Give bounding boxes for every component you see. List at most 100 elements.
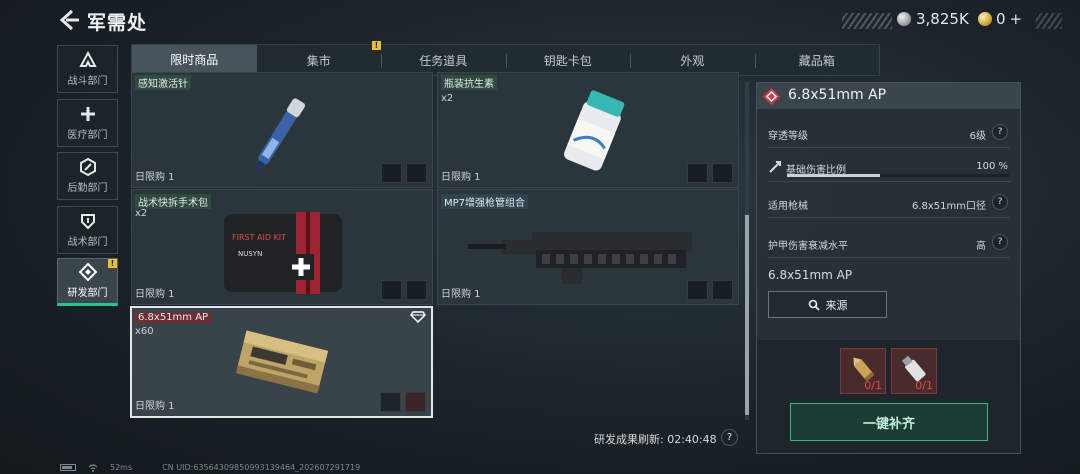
item-card[interactable]: MP7增强枪管组合 日限购 1	[437, 189, 739, 305]
stat-key: 适用枪械	[768, 201, 808, 212]
tab-collection-box[interactable]: 藏品箱	[754, 45, 880, 75]
cost-item-slot	[712, 163, 733, 183]
damage-ratio-fill	[787, 174, 881, 177]
cost-item-slot	[381, 280, 402, 300]
cost-item-slot	[687, 163, 708, 183]
research-icon	[78, 263, 97, 281]
cost-item-slot	[712, 280, 733, 300]
stat-row-penetration: 穿透等级 6级 ?	[768, 118, 1010, 148]
currency-gold[interactable]: 0 +	[978, 10, 1022, 28]
refresh-timer: 研发成果刷新: 02:40:48	[594, 433, 717, 446]
ammo-box-image	[235, 330, 329, 394]
stat-key: 护甲伤害衰减水平	[768, 241, 848, 252]
stat-row-armor-decay: 护甲伤害衰减水平 高 ?	[768, 228, 1010, 258]
medkit-maker-text: NUSYN	[238, 250, 262, 258]
a-shape-icon	[78, 51, 97, 67]
tab-market[interactable]: 集市 !	[257, 41, 381, 75]
shield-icon	[80, 214, 95, 230]
decorative-stripes	[842, 13, 892, 29]
cost-item-slot	[406, 163, 427, 183]
page-title: 军需处	[87, 12, 148, 34]
stat-row-weapon: 适用枪械 6.8x51mm口径 ?	[768, 188, 1010, 218]
tab-label: 集市	[306, 53, 331, 68]
help-button[interactable]: ?	[992, 124, 1008, 140]
cost-item-slot	[381, 163, 402, 183]
battery-icon	[60, 464, 76, 471]
stat-value: 高	[976, 241, 986, 252]
item-name: 战术快拆手术包	[135, 194, 211, 209]
detail-title: 6.8x51mm AP	[788, 87, 887, 103]
item-name: 瓶装抗生素	[441, 75, 497, 90]
cost-item-slot	[687, 280, 708, 300]
item-card[interactable]: 感知激活针 日限购 1	[131, 72, 433, 188]
stat-key: 穿透等级	[768, 131, 808, 142]
purchase-limit: 日限购 1	[441, 289, 481, 300]
item-card[interactable]: 瓶装抗生素 x2 日限购 1	[437, 72, 739, 188]
medkit-brand-text: FIRST AID KIT	[232, 233, 286, 242]
tab-appearance[interactable]: 外观	[630, 45, 755, 75]
item-name: 6.8x51mm AP	[135, 312, 212, 323]
alert-badge: !	[372, 41, 381, 50]
first-aid-kit-image: FIRST AID KIT NUSYN	[224, 212, 342, 294]
sidebar-item-label: 研发部门	[67, 288, 108, 299]
tab-label: 任务道具	[419, 53, 468, 68]
item-quantity: x2	[135, 208, 148, 219]
source-button-label: 来源	[825, 298, 848, 312]
sidebar-item-combat[interactable]: 战斗部门	[57, 45, 118, 93]
sidebar-item-label: 战术部门	[67, 237, 108, 248]
purchase-limit: 日限购 1	[135, 289, 175, 300]
uid-text: CN UID:635643098509931394​64_20260729171…	[162, 463, 361, 472]
damage-icon	[769, 161, 781, 173]
logistics-icon	[79, 158, 96, 176]
refresh-help-button[interactable]: ?	[721, 429, 738, 446]
wifi-icon	[88, 463, 98, 472]
sidebar-item-label: 医疗部门	[67, 130, 108, 141]
cost-item-slot	[405, 392, 426, 412]
currency-gold-amount: 0	[996, 10, 1006, 28]
tab-label: 外观	[680, 53, 705, 68]
sidebar-item-research[interactable]: 研发部门 !	[57, 258, 118, 306]
item-grid-scroll-thumb[interactable]	[745, 215, 749, 415]
item-description: 6.8x51mm AP	[768, 268, 853, 282]
tab-keycards[interactable]: 钥匙卡包	[505, 45, 631, 75]
stat-value: 100 %	[976, 161, 1008, 172]
item-card[interactable]: 战术快拆手术包 x2 FIRST AID KIT NUSYN 日限购 1	[131, 189, 433, 305]
item-name: MP7增强枪管组合	[441, 194, 529, 209]
handguard-image	[468, 232, 692, 284]
tab-limited[interactable]: 限时商品	[132, 45, 257, 75]
alert-badge: !	[108, 259, 117, 268]
stat-row-damage-ratio: 基础伤害比例 100 %	[768, 152, 1010, 182]
source-button[interactable]: 来源	[768, 291, 887, 318]
sidebar-item-medical[interactable]: 医疗部门	[57, 99, 118, 147]
requirement-slot[interactable]: 0/1	[891, 348, 937, 394]
requirement-count: 0/1	[864, 379, 882, 392]
antibiotic-bottle-image	[564, 90, 625, 171]
tab-quest-items[interactable]: 任务道具	[381, 45, 506, 75]
cost-item-slot	[406, 280, 427, 300]
purchase-limit: 日限购 1	[441, 172, 481, 183]
rarity-diamond-icon	[763, 88, 780, 105]
stat-value: 6级	[969, 131, 986, 142]
sidebar-item-logistics[interactable]: 后勤部门	[57, 152, 118, 200]
auto-fill-button[interactable]: 一键补齐	[790, 403, 988, 441]
add-currency-button[interactable]: +	[1010, 10, 1023, 28]
currency-silver-amount: 3,825K	[916, 10, 969, 28]
requirement-slot[interactable]: 0/1	[840, 348, 886, 394]
search-icon	[808, 299, 820, 311]
tab-label: 藏品箱	[798, 53, 835, 68]
gold-coin-icon	[978, 12, 992, 26]
ping-text: 52ms	[110, 463, 133, 472]
item-card-selected[interactable]: 6.8x51mm AP x60 日限购 1	[130, 306, 433, 418]
sidebar-item-tactical[interactable]: 战术部门	[57, 206, 118, 254]
tab-label: 钥匙卡包	[543, 53, 592, 68]
help-button[interactable]: ?	[992, 194, 1008, 210]
requirement-count: 0/1	[915, 379, 933, 392]
help-button[interactable]: ?	[992, 234, 1008, 250]
plus-icon	[80, 107, 95, 121]
back-arrow-icon[interactable]	[58, 9, 80, 31]
cost-item-slot	[380, 392, 401, 412]
currency-silver: 3,825K	[897, 10, 969, 28]
purchase-limit: 日限购 1	[135, 401, 175, 412]
stat-value: 6.8x51mm口径	[911, 201, 986, 212]
item-quantity: x60	[135, 326, 154, 337]
